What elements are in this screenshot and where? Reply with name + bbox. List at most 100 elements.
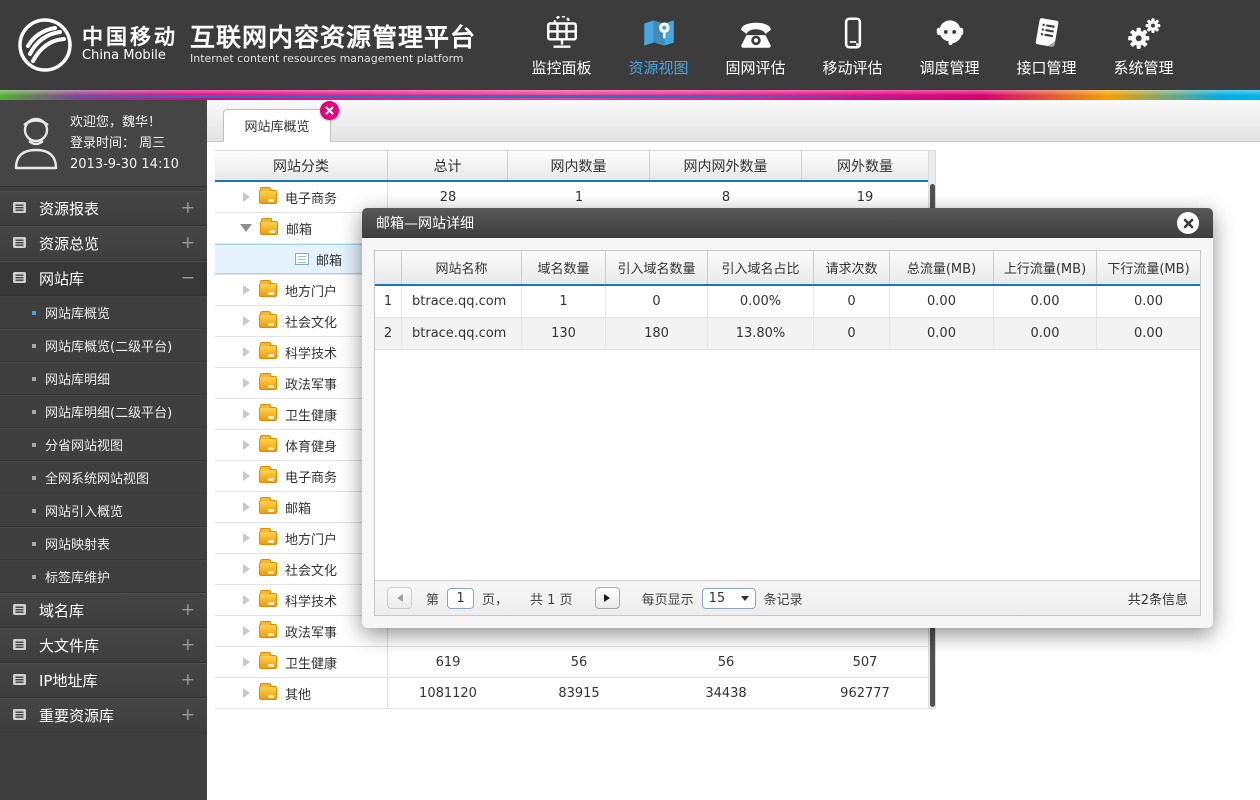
mailbox-detail-dialog: 邮箱—网站详细 网站名称 域名数量 引入域名数量 引入域名占比 请求次数 总流量(MB) 上…	[362, 208, 1213, 628]
nav-item-gears[interactable]: 系统管理	[1095, 0, 1192, 90]
page-number-input[interactable]: 1	[447, 587, 475, 609]
sidebar-item-label: 网站库明细(二级平台)	[45, 406, 173, 421]
sidebar-item[interactable]: 标签库维护	[0, 560, 207, 593]
folder-icon	[259, 466, 277, 483]
sidebar-group[interactable]: 域名库 +	[0, 593, 207, 628]
grid-column-header[interactable]: 请求次数	[814, 251, 890, 284]
close-icon	[325, 106, 334, 115]
nav-item-document[interactable]: 接口管理	[998, 0, 1095, 90]
sidebar-item[interactable]: 网站库概览	[0, 296, 207, 329]
grid-column-header[interactable]: 引入域名占比	[708, 251, 814, 284]
bullet-icon	[32, 442, 36, 447]
nav-item-map[interactable]: 资源视图	[610, 0, 707, 90]
tab-close-button[interactable]	[320, 101, 339, 120]
sidebar-item[interactable]: 网站库概览(二级平台)	[0, 329, 207, 362]
next-page-button[interactable]	[594, 587, 620, 609]
bullet-icon	[32, 376, 36, 381]
top-nav: 监控面板 资源视图 固网评估 移动评估 调度管理 接口管理 系统管理	[513, 0, 1192, 90]
expand-toggle-icon: +	[180, 670, 195, 690]
per-page-select[interactable]: 15	[701, 587, 756, 609]
tree-row[interactable]: 其他 1081120 83915 34438 962777	[215, 678, 928, 709]
grid-column-header[interactable]: 域名数量	[522, 251, 606, 284]
expand-arrow-icon[interactable]	[243, 316, 250, 326]
value-cell: 962777	[840, 685, 890, 701]
dashboard-icon	[543, 12, 581, 50]
nav-item-dashboard[interactable]: 监控面板	[513, 0, 610, 90]
expand-arrow-icon[interactable]	[243, 409, 250, 419]
sidebar-group-label: 资源总览	[39, 235, 100, 253]
folder-icon	[259, 435, 277, 452]
expand-arrow-icon[interactable]	[243, 688, 250, 698]
prev-page-button[interactable]	[387, 587, 412, 609]
grid-column-header[interactable]: 网站名称	[402, 251, 522, 284]
tab-website-overview[interactable]: 网站库概览	[223, 101, 339, 142]
grid-column-header[interactable]	[375, 251, 402, 284]
collapse-arrow-icon[interactable]	[240, 224, 252, 232]
expand-arrow-icon[interactable]	[243, 595, 250, 605]
nav-item-mobile[interactable]: 移动评估	[804, 0, 901, 90]
grid-row[interactable]: 1 btrace.qq.com 1 0 0.00% 0 0.00 0.00 0.00	[375, 286, 1200, 318]
nav-item-label: 接口管理	[1016, 59, 1077, 77]
sidebar-group[interactable]: 网站库 −	[0, 261, 207, 296]
sidebar-item[interactable]: 网站库明细	[0, 362, 207, 395]
column-header[interactable]: 网内网外数量	[650, 151, 802, 180]
expand-arrow-icon[interactable]	[243, 564, 250, 574]
grid-cell: 1	[375, 286, 402, 317]
list-icon	[12, 672, 27, 690]
column-header[interactable]: 网内数量	[508, 151, 650, 180]
platform-title-area: 互联网内容资源管理平台 Internet content resources m…	[190, 24, 476, 65]
column-header[interactable]: 网外数量	[802, 151, 928, 180]
category-label: 科学技术	[285, 594, 338, 610]
expand-arrow-icon[interactable]	[243, 533, 250, 543]
tree-row[interactable]: 卫生健康 619 56 56 507	[215, 647, 928, 678]
nav-item-phone[interactable]: 固网评估	[707, 0, 804, 90]
grid-cell: 0	[606, 286, 708, 317]
grid-cell: 0.00	[1134, 294, 1163, 309]
grid-column-header[interactable]: 下行流量(MB)	[1097, 251, 1200, 284]
expand-arrow-icon[interactable]	[243, 378, 250, 388]
bullet-icon	[32, 574, 36, 579]
sidebar-item[interactable]: 全网系统网站视图	[0, 461, 207, 494]
per-page-value: 15	[708, 590, 726, 606]
sidebar-item-label: 网站库明细	[45, 373, 111, 388]
headset-icon	[931, 12, 969, 50]
folder-icon	[259, 187, 277, 204]
column-header[interactable]: 总计	[388, 151, 508, 180]
sidebar-group[interactable]: 重要资源库 +	[0, 698, 207, 733]
grid-cell: 0.00	[890, 318, 994, 349]
sidebar-item[interactable]: 网站引入概览	[0, 494, 207, 527]
grid-column-header[interactable]: 引入域名数量	[606, 251, 708, 284]
expand-arrow-icon[interactable]	[243, 440, 250, 450]
category-label: 政法军事	[285, 625, 338, 641]
sidebar-group[interactable]: 资源总览 +	[0, 226, 207, 261]
expand-arrow-icon[interactable]	[243, 626, 250, 636]
expand-arrow-icon[interactable]	[243, 347, 250, 357]
expand-arrow-icon[interactable]	[243, 502, 250, 512]
list-icon	[12, 707, 27, 725]
sidebar-group[interactable]: 大文件库 +	[0, 628, 207, 663]
folder-open-icon	[260, 218, 278, 235]
grid-row[interactable]: 2 btrace.qq.com 130 180 13.80% 0 0.00 0.00 0.00	[375, 318, 1200, 350]
expand-arrow-icon[interactable]	[243, 192, 250, 202]
column-header[interactable]: 网站分类	[215, 151, 388, 180]
nav-item-label: 系统管理	[1113, 59, 1174, 77]
tab-label: 网站库概览	[244, 120, 310, 135]
folder-icon	[259, 311, 277, 328]
grid-cell: 0	[814, 286, 890, 317]
expand-arrow-icon[interactable]	[243, 657, 250, 667]
nav-item-headset[interactable]: 调度管理	[901, 0, 998, 90]
expand-arrow-icon[interactable]	[243, 285, 250, 295]
sidebar-item[interactable]: 网站库明细(二级平台)	[0, 395, 207, 428]
grid-column-header[interactable]: 总流量(MB)	[890, 251, 994, 284]
pagination-bar: 第 1 页， 共 1 页 每页显示 15 条记录 共2条信息	[375, 580, 1200, 615]
sidebar-item[interactable]: 分省网站视图	[0, 428, 207, 461]
dialog-header[interactable]: 邮箱—网站详细	[362, 208, 1213, 238]
sidebar-group[interactable]: 资源报表 +	[0, 191, 207, 226]
dialog-close-button[interactable]	[1177, 212, 1199, 234]
website-name-cell: btrace.qq.com	[402, 286, 522, 317]
expand-arrow-icon[interactable]	[243, 471, 250, 481]
grid-column-header[interactable]: 上行流量(MB)	[994, 251, 1097, 284]
grid-cell: 0.00	[890, 286, 994, 317]
sidebar-group[interactable]: IP地址库 +	[0, 663, 207, 698]
sidebar-item[interactable]: 网站映射表	[0, 527, 207, 560]
